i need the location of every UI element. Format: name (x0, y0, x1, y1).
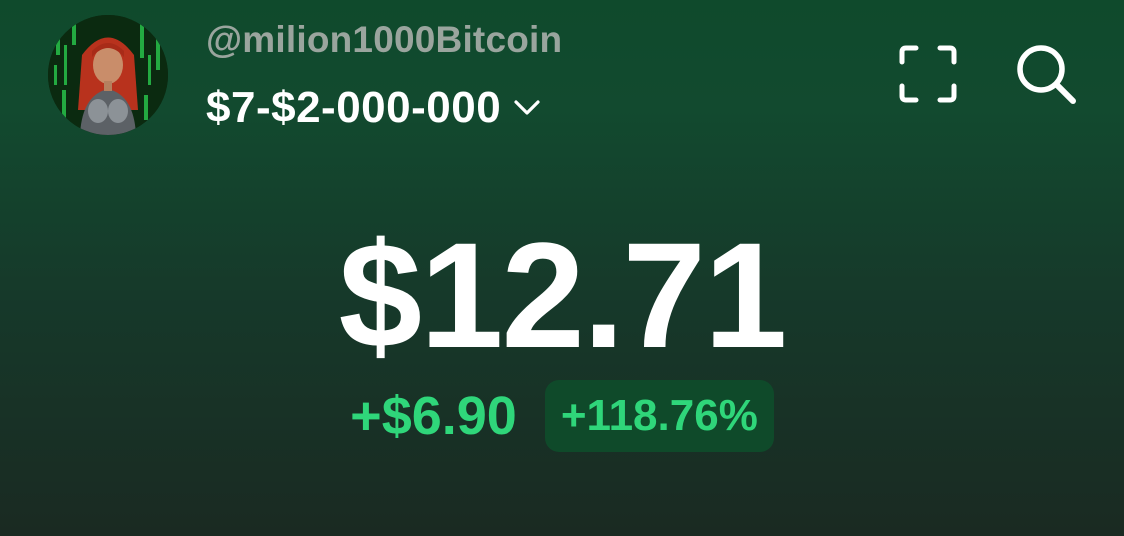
change-percent-badge[interactable]: +118.76% (544, 380, 774, 452)
search-button[interactable] (1010, 40, 1082, 112)
account-info: @milion1000Bitcoin $7-$2-000-000 (206, 18, 562, 134)
search-icon (1013, 41, 1079, 112)
header: @milion1000Bitcoin $7-$2-000-000 (0, 0, 1124, 150)
change-amount: +$6.90 (350, 386, 517, 446)
chevron-down-icon (511, 92, 543, 124)
scan-icon (896, 42, 960, 111)
account-handle: @milion1000Bitcoin (206, 19, 563, 60)
portfolio-change: +$6.90 +118.76% (0, 380, 1124, 452)
wallet-name: $7-$2-000-000 (206, 83, 502, 132)
user-avatar-icon[interactable] (48, 15, 168, 135)
wallet-selector[interactable]: $7-$2-000-000 (206, 82, 562, 134)
scan-button[interactable] (892, 40, 964, 112)
portfolio-balance: $12.71 (338, 211, 788, 379)
